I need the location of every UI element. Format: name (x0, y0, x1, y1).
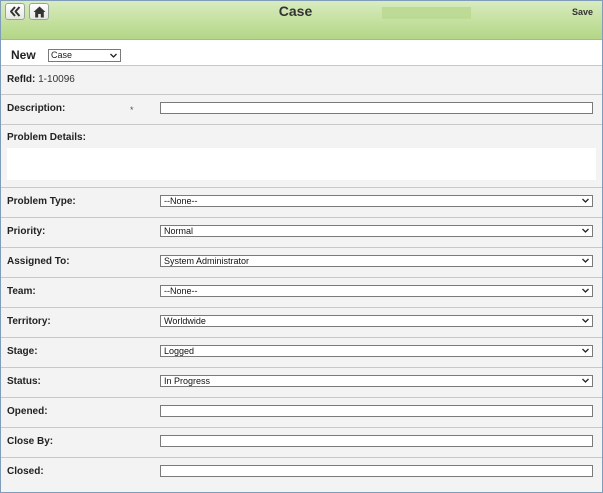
new-record-bar: New Case (1, 40, 602, 65)
header-bar: Case Save (1, 1, 602, 40)
priority-select[interactable]: Normal (160, 225, 593, 237)
chevron-down-icon (582, 378, 589, 383)
opened-label: Opened: (7, 406, 48, 417)
case-form-window: Case Save New Case RefId: 1-10096 Descri… (0, 0, 603, 493)
team-value: --None-- (164, 286, 198, 296)
chevron-down-icon (582, 198, 589, 203)
required-marker: * (130, 105, 134, 115)
stage-label: Stage: (7, 346, 38, 357)
problem-type-row: Problem Type: --None-- (1, 187, 602, 217)
opened-row: Opened: (1, 397, 602, 427)
assigned-to-select[interactable]: System Administrator (160, 255, 593, 267)
save-button[interactable]: Save (572, 7, 593, 17)
team-label: Team: (7, 286, 36, 297)
refid-row: RefId: 1-10096 (1, 65, 602, 94)
priority-value: Normal (164, 226, 194, 236)
closed-date-input[interactable] (160, 465, 593, 477)
problem-type-select[interactable]: --None-- (160, 195, 593, 207)
stage-value: Logged (164, 346, 195, 356)
description-row: Description: * (1, 94, 602, 124)
assigned-to-label: Assigned To: (7, 256, 70, 267)
chevron-down-icon (582, 348, 589, 353)
assigned-to-value: System Administrator (164, 256, 250, 266)
new-label: New (11, 48, 36, 62)
status-row: Status: In Progress (1, 367, 602, 397)
stage-select[interactable]: Logged (160, 345, 593, 357)
closed-row: Closed: (1, 457, 602, 492)
status-select[interactable]: In Progress (160, 375, 593, 387)
refid-label: RefId: 1-10096 (7, 74, 75, 85)
problem-type-label: Problem Type: (7, 196, 76, 207)
new-record-type-value: Case (51, 50, 73, 60)
chevron-down-icon (582, 258, 589, 263)
team-select[interactable]: --None-- (160, 285, 593, 297)
priority-row: Priority: Normal (1, 217, 602, 247)
stage-row: Stage: Logged (1, 337, 602, 367)
status-value: In Progress (164, 376, 211, 386)
territory-select[interactable]: Worldwide (160, 315, 593, 327)
team-row: Team: --None-- (1, 277, 602, 307)
priority-label: Priority: (7, 226, 46, 237)
close-by-label: Close By: (7, 436, 54, 447)
status-label: Status: (7, 376, 41, 387)
chevron-down-icon (582, 228, 589, 233)
chevron-down-icon (110, 53, 117, 58)
problem-details-textarea[interactable] (7, 148, 596, 180)
page-title: Case (278, 3, 313, 19)
opened-date-input[interactable] (160, 405, 593, 417)
assigned-to-row: Assigned To: System Administrator (1, 247, 602, 277)
territory-row: Territory: Worldwide (1, 307, 602, 337)
description-input[interactable] (160, 102, 593, 114)
closed-label: Closed: (7, 466, 44, 477)
chevron-down-icon (582, 288, 589, 293)
territory-value: Worldwide (164, 316, 206, 326)
close-by-date-input[interactable] (160, 435, 593, 447)
problem-details-row: Problem Details: (1, 124, 602, 187)
new-record-type-select[interactable]: Case (48, 49, 121, 62)
close-by-row: Close By: (1, 427, 602, 457)
chevron-down-icon (582, 318, 589, 323)
territory-label: Territory: (7, 316, 51, 327)
problem-details-label: Problem Details: (7, 132, 86, 143)
problem-type-value: --None-- (164, 196, 198, 206)
refid-value: 1-10096 (38, 74, 75, 85)
header-highlight (382, 7, 471, 19)
description-label: Description: (7, 103, 66, 114)
